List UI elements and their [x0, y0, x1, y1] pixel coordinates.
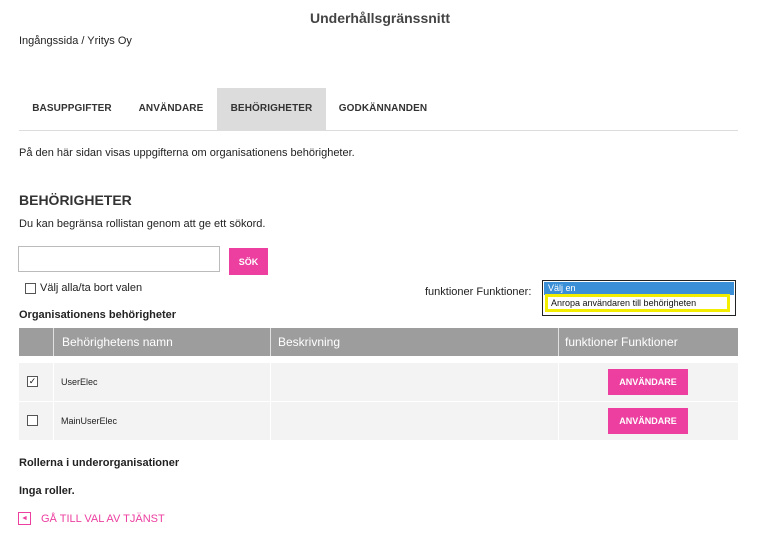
section-title: BEHÖRIGHETER	[19, 192, 132, 208]
cell-divider	[53, 363, 54, 401]
select-all-label[interactable]: Välj alla/ta bort valen	[40, 282, 142, 294]
users-button[interactable]: ANVÄNDARE	[608, 369, 688, 395]
role-name: UserElec	[61, 377, 98, 387]
role-name: MainUserElec	[61, 416, 118, 426]
no-roles-text: Inga roller.	[19, 485, 75, 497]
table-header-name[interactable]: Behörighetens namn	[53, 328, 270, 356]
sub-organizations-title: Rollerna i underorganisationer	[19, 457, 180, 469]
tab-divider	[19, 130, 738, 131]
functions-label: funktioner Funktioner:	[425, 286, 532, 298]
tab-basuppgifter[interactable]: BASUPPGIFTER	[19, 88, 125, 130]
cell-divider	[558, 402, 559, 440]
search-button[interactable]: SÖK	[229, 248, 268, 275]
select-option-call-user[interactable]: Anropa användaren till behörigheten	[545, 294, 730, 312]
cell-divider	[270, 363, 271, 401]
back-to-service-link[interactable]: GÅ TILL VAL AV TJÄNST	[41, 513, 165, 525]
intro-text: På den här sidan visas uppgifterna om or…	[19, 147, 355, 159]
header-divider	[558, 328, 559, 356]
table-caption: Organisationens behörigheter	[19, 309, 177, 321]
header-divider	[53, 328, 54, 356]
cell-divider	[53, 402, 54, 440]
tab-godkannanden[interactable]: GODKÄNNANDEN	[326, 88, 440, 130]
select-all-checkbox[interactable]	[25, 283, 36, 294]
cell-divider	[558, 363, 559, 401]
section-description: Du kan begränsa rollistan genom att ge e…	[19, 218, 266, 230]
header-divider	[270, 328, 271, 356]
search-input[interactable]	[18, 246, 220, 272]
tab-anvandare[interactable]: ANVÄNDARE	[125, 88, 217, 130]
table-header-functions: funktioner Funktioner	[558, 328, 738, 356]
tab-behorigheter[interactable]: BEHÖRIGHETER	[217, 88, 326, 130]
row-checkbox[interactable]: ✓	[27, 376, 38, 387]
users-button[interactable]: ANVÄNDARE	[608, 408, 688, 434]
table-row: ✓ UserElec ANVÄNDARE	[19, 363, 738, 401]
table-row: MainUserElec ANVÄNDARE	[19, 402, 738, 440]
cell-divider	[270, 402, 271, 440]
back-arrow-icon[interactable]: ◄	[18, 512, 31, 525]
table-header-select	[19, 328, 53, 356]
breadcrumb[interactable]: Ingångssida / Yritys Oy	[19, 35, 132, 47]
table-header-description[interactable]: Beskrivning	[270, 328, 558, 356]
row-checkbox[interactable]	[27, 415, 38, 426]
page-title: Underhållsgränssnitt	[309, 10, 451, 26]
functions-select[interactable]: Välj en Anropa användaren till behörighe…	[542, 280, 736, 316]
